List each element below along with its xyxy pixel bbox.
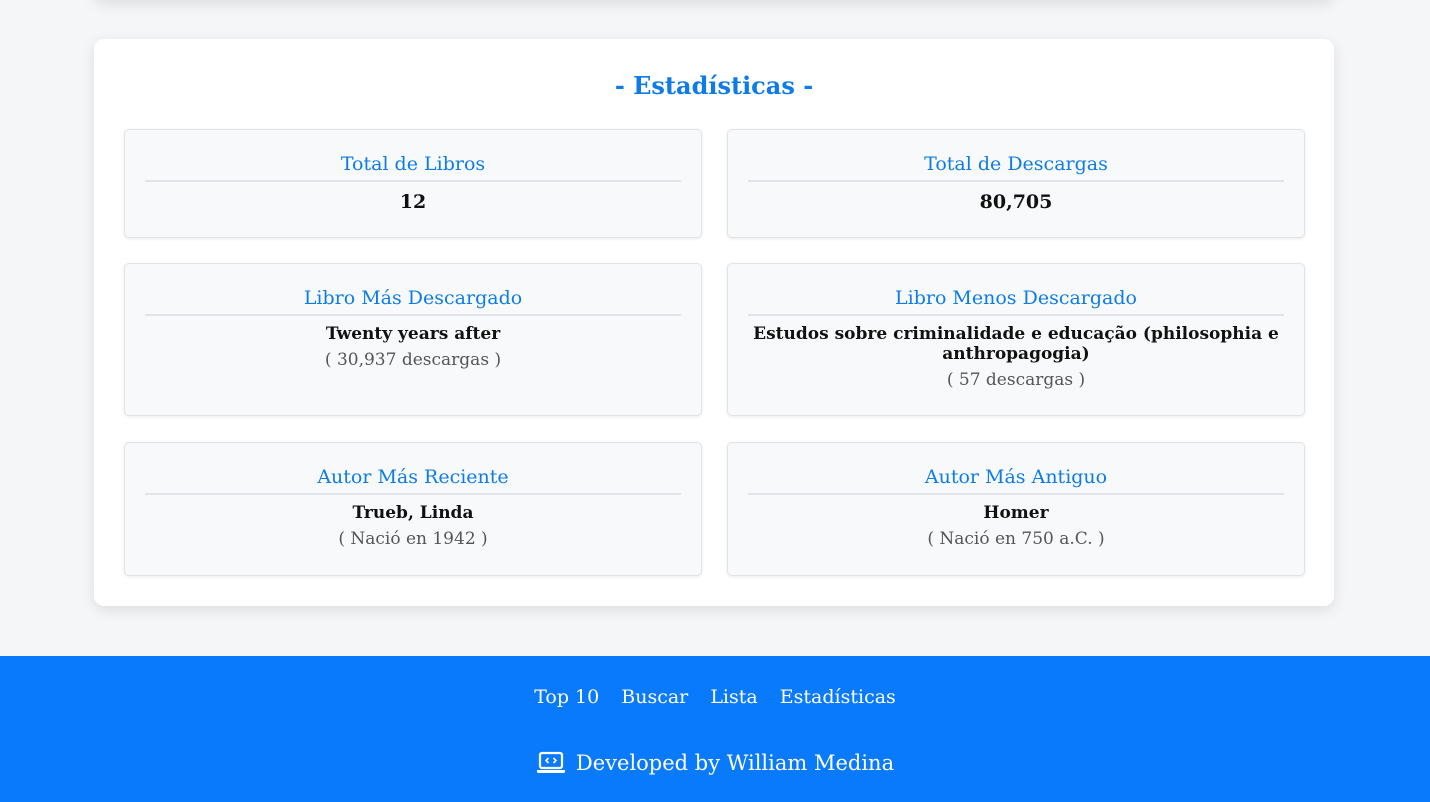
footer: Top 10 Buscar Lista Estadísticas Develop… [0,656,1430,802]
least-downloaded-label: Libro Menos Descargado [748,284,1284,316]
oldest-author-birth: ( Nació en 750 a.C. ) [927,529,1105,549]
footer-nav: Top 10 Buscar Lista Estadísticas [0,686,1430,708]
least-downloaded-box: Libro Menos Descargado Estudos sobre cri… [727,263,1305,416]
most-downloaded-count: ( 30,937 descargas ) [324,350,502,370]
total-downloads-box: Total de Descargas 80,705 [727,129,1305,238]
footer-link-buscar[interactable]: Buscar [621,686,688,708]
developer-credit-text: Developed by William Medina [575,751,895,775]
statistics-card: - Estadísticas - Total de Libros 12 Tota… [94,39,1334,606]
total-books-box: Total de Libros 12 [124,129,702,238]
least-downloaded-book: Estudos sobre criminalidade e educação (… [753,324,1279,364]
oldest-author-label: Autor Más Antiguo [748,463,1284,495]
most-downloaded-label: Libro Más Descargado [145,284,681,316]
total-books-value: 12 [399,191,427,213]
most-downloaded-box: Libro Más Descargado Twenty years after … [124,263,702,416]
newest-author-name: Trueb, Linda [352,503,474,523]
laptop-code-icon [536,751,566,775]
footer-link-lista[interactable]: Lista [710,686,757,708]
footer-link-top10[interactable]: Top 10 [534,686,599,708]
footer-link-estadisticas[interactable]: Estadísticas [780,686,896,708]
statistics-title: - Estadísticas - [614,71,814,100]
oldest-author-box: Autor Más Antiguo Homer ( Nació en 750 a… [727,442,1305,576]
newest-author-birth: ( Nació en 1942 ) [338,529,488,549]
least-downloaded-count: ( 57 descargas ) [946,370,1086,390]
oldest-author-name: Homer [983,503,1049,523]
total-downloads-label: Total de Descargas [748,150,1284,182]
most-downloaded-book: Twenty years after [325,324,501,344]
newest-author-label: Autor Más Reciente [145,463,681,495]
total-books-label: Total de Libros [145,150,681,182]
developer-credit: Developed by William Medina [0,751,1430,775]
newest-author-box: Autor Más Reciente Trueb, Linda ( Nació … [124,442,702,576]
total-downloads-value: 80,705 [979,191,1053,213]
